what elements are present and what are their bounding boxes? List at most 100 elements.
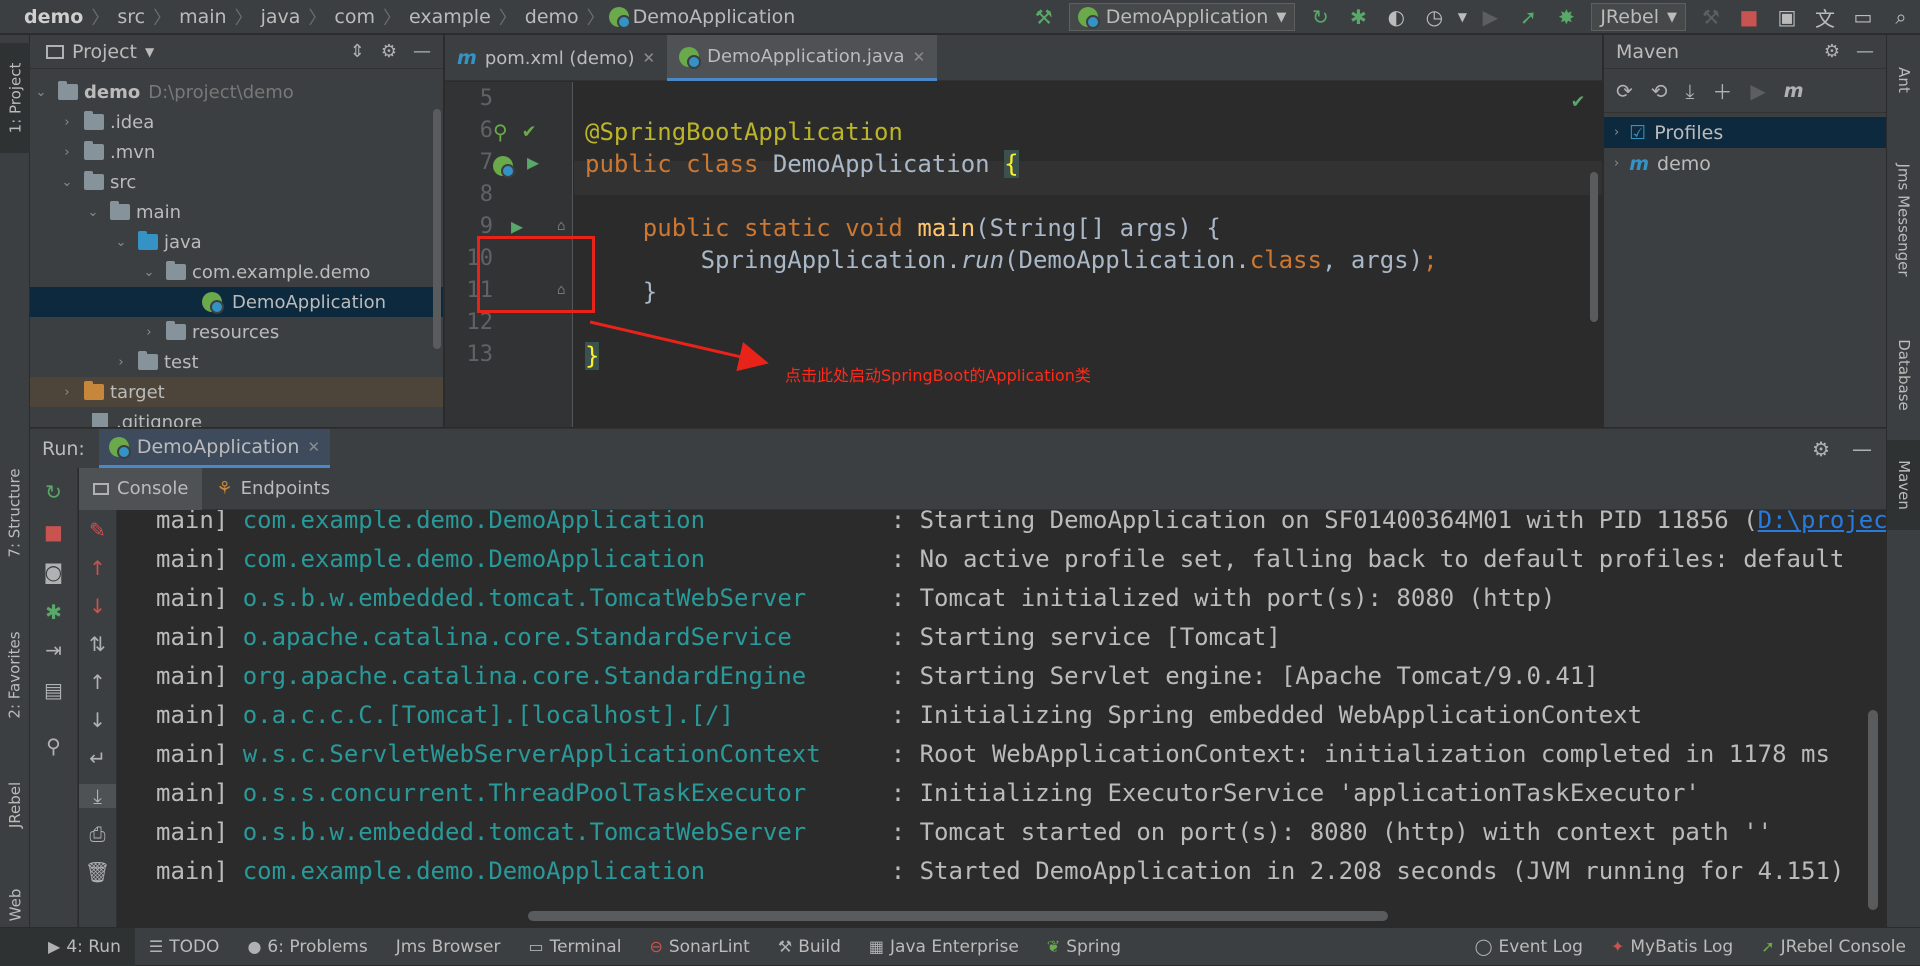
- tab-favorites[interactable]: 2: Favorites: [0, 610, 30, 740]
- chevron-right-icon[interactable]: ›: [60, 145, 74, 160]
- jrebel-debug-icon[interactable]: ✸: [1547, 0, 1585, 34]
- log-path-link[interactable]: D:\projec: [1758, 510, 1886, 534]
- tree-item-java[interactable]: ⌄ java: [30, 227, 443, 257]
- rerun-icon[interactable]: ↻: [1301, 0, 1339, 34]
- chevron-right-icon[interactable]: ›: [60, 115, 74, 130]
- coverage-icon[interactable]: ◐: [1377, 0, 1415, 34]
- chevron-down-icon[interactable]: ⌄: [142, 265, 156, 280]
- minimize-icon[interactable]: —: [1852, 437, 1872, 461]
- down-icon[interactable]: ↓: [79, 708, 116, 732]
- tree-item-gitignore[interactable]: .gitignore: [30, 407, 443, 427]
- chevron-down-icon[interactable]: ⌄: [114, 235, 128, 250]
- breadcrumb-item[interactable]: java: [257, 6, 305, 28]
- tab-todo[interactable]: ☰ TODO: [135, 928, 234, 966]
- search-icon[interactable]: ⌕: [1882, 0, 1920, 34]
- stop-icon[interactable]: ■: [30, 520, 77, 544]
- fold-icon[interactable]: ⌂: [557, 218, 565, 234]
- tree-item-src[interactable]: ⌄ src: [30, 167, 443, 197]
- run-configuration-select[interactable]: DemoApplication ▼: [1068, 3, 1296, 31]
- soft-wrap-icon[interactable]: ↵: [79, 746, 116, 770]
- chevron-right-icon[interactable]: ›: [114, 355, 128, 370]
- maven-item-profiles[interactable]: › ☑ Profiles: [1604, 117, 1886, 148]
- chevron-right-icon[interactable]: ›: [142, 325, 156, 340]
- tab-run[interactable]: ▶ 4: Run: [0, 927, 135, 966]
- close-icon[interactable]: ✕: [643, 49, 656, 67]
- download-icon[interactable]: ⤓: [1686, 79, 1695, 103]
- tab-build[interactable]: ⚒ Build: [764, 928, 855, 966]
- breadcrumb-item[interactable]: DemoApplication: [629, 6, 800, 28]
- chevron-right-icon[interactable]: ›: [1614, 156, 1619, 171]
- console-output[interactable]: main] com.example.demo.DemoApplication: …: [118, 510, 1886, 927]
- spring-config-icon[interactable]: ✔: [523, 118, 535, 142]
- tab-endpoints[interactable]: ⚘ Endpoints: [202, 468, 344, 510]
- stop-icon[interactable]: ■: [1730, 0, 1768, 34]
- tree-item-mvn[interactable]: › .mvn: [30, 137, 443, 167]
- tab-ant[interactable]: Ant: [1887, 45, 1920, 115]
- console-horizontal-scrollbar[interactable]: [528, 911, 1388, 921]
- tab-java-enterprise[interactable]: ▦ Java Enterprise: [855, 928, 1033, 966]
- exit-icon[interactable]: ⇥: [30, 638, 77, 662]
- breadcrumb-item[interactable]: demo: [521, 6, 583, 28]
- breadcrumb-item[interactable]: example: [405, 6, 495, 28]
- scroll-to-end-icon[interactable]: ⤓: [79, 784, 116, 808]
- trash-icon[interactable]: 🗑: [79, 860, 116, 884]
- inspection-ok-icon[interactable]: ✔: [1572, 88, 1584, 112]
- tab-demoapplication-java[interactable]: DemoApplication.java ✕: [667, 35, 938, 81]
- layout-icon[interactable]: ▤: [30, 678, 77, 702]
- breadcrumb-item[interactable]: demo: [20, 6, 87, 28]
- tab-maven[interactable]: Maven: [1887, 440, 1920, 530]
- tree-item-target[interactable]: › target: [30, 377, 443, 407]
- tab-project[interactable]: 1: Project: [0, 43, 30, 153]
- editor-scrollbar[interactable]: [1590, 172, 1598, 322]
- chevron-down-icon[interactable]: ⌄: [34, 85, 48, 100]
- tree-item-package[interactable]: ⌄ com.example.demo: [30, 257, 443, 287]
- tab-console[interactable]: Console: [79, 467, 203, 510]
- breadcrumb-item[interactable]: com: [330, 6, 379, 28]
- arrow-down-icon[interactable]: ↓: [79, 594, 116, 618]
- pin-icon[interactable]: ⚲: [30, 734, 77, 758]
- run-main-gutter-icon[interactable]: ▶: [511, 214, 523, 238]
- close-icon[interactable]: ✕: [307, 438, 320, 456]
- close-icon[interactable]: ✕: [913, 48, 926, 66]
- rerun-icon[interactable]: ↻: [30, 480, 77, 504]
- tab-jrebel[interactable]: JRebel: [0, 760, 30, 850]
- jrebel-select[interactable]: JRebel ▼: [1591, 3, 1686, 31]
- spring-boot-gutter-icon[interactable]: [493, 152, 515, 178]
- debug-bug-icon[interactable]: ✱: [30, 600, 77, 624]
- chevron-down-icon[interactable]: ▼: [1453, 0, 1471, 34]
- gear-icon[interactable]: ⚙: [1812, 437, 1830, 461]
- tree-item-resources[interactable]: › resources: [30, 317, 443, 347]
- project-structure-icon[interactable]: ▣: [1768, 0, 1806, 34]
- tree-item-demo[interactable]: ⌄ demo D:\project\demo: [30, 77, 443, 107]
- sort-icon[interactable]: ⇅: [79, 632, 116, 656]
- collapse-all-icon[interactable]: ⇕: [350, 41, 365, 62]
- minimize-icon[interactable]: —: [413, 41, 431, 62]
- tab-jms-messenger[interactable]: Jms Messenger: [1887, 135, 1920, 305]
- chevron-right-icon[interactable]: ›: [60, 385, 74, 400]
- add-icon[interactable]: ＋: [1712, 76, 1732, 105]
- tab-sonarlint[interactable]: ⊖ SonarLint: [635, 928, 763, 966]
- chevron-down-icon[interactable]: ⌄: [60, 175, 74, 190]
- up-icon[interactable]: ↑: [79, 670, 116, 694]
- tab-jms-browser[interactable]: Jms Browser: [382, 928, 515, 966]
- tree-item-main[interactable]: ⌄ main: [30, 197, 443, 227]
- build-hammer-icon[interactable]: ⚒: [1025, 0, 1063, 34]
- debug-bug-icon[interactable]: ✱: [1339, 0, 1377, 34]
- run-tab-demoapplication[interactable]: DemoApplication ✕: [98, 428, 331, 469]
- tree-scrollbar[interactable]: [433, 109, 441, 349]
- tab-jrebel-console[interactable]: ➚ JRebel Console: [1747, 928, 1920, 966]
- print-icon[interactable]: ⎙: [79, 822, 116, 846]
- minimize-icon[interactable]: —: [1856, 41, 1874, 62]
- console-vertical-scrollbar[interactable]: [1868, 710, 1878, 910]
- tree-item-test[interactable]: › test: [30, 347, 443, 377]
- gear-icon[interactable]: ⚙: [381, 41, 397, 62]
- tab-terminal[interactable]: ▭ Terminal: [514, 928, 635, 966]
- arrow-up-icon[interactable]: ↑: [79, 556, 116, 580]
- maven-goal-icon[interactable]: m: [1784, 80, 1804, 102]
- spring-bean-search-icon[interactable]: ⚲: [493, 120, 508, 144]
- project-panel-title[interactable]: Project: [72, 41, 137, 63]
- translate-icon[interactable]: 文: [1806, 0, 1844, 34]
- chevron-right-icon[interactable]: ›: [1614, 125, 1619, 140]
- reload-icon[interactable]: ⟳: [1616, 79, 1633, 103]
- breadcrumb-item[interactable]: main: [175, 6, 230, 28]
